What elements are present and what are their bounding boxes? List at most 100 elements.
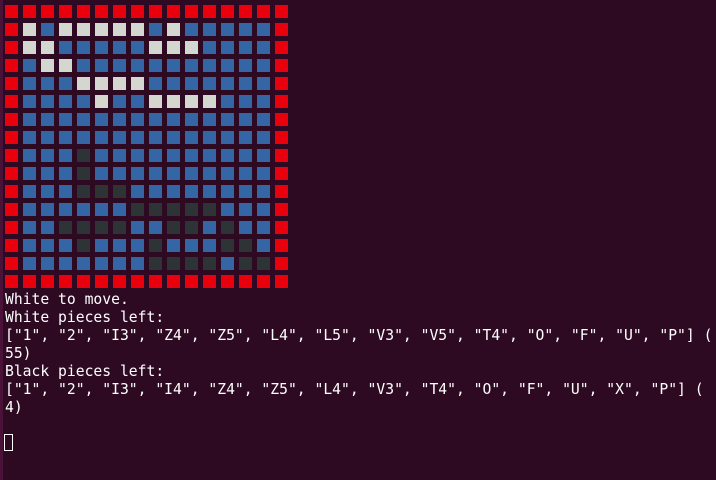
- board-cell-border: [113, 5, 126, 18]
- board-cell-black-piece: [95, 185, 108, 198]
- board-cell-empty: [185, 23, 198, 36]
- board-cell-white-piece: [77, 23, 90, 36]
- board-cell-border: [5, 167, 18, 180]
- board-cell-black-piece: [239, 257, 252, 270]
- board-cell-empty: [239, 185, 252, 198]
- board-cell-white-piece: [167, 95, 180, 108]
- board-cell-border: [239, 275, 252, 288]
- board-cell-empty: [113, 95, 126, 108]
- board-cell-empty: [221, 23, 234, 36]
- board-cell-empty: [59, 185, 72, 198]
- terminal-cursor[interactable]: [4, 434, 13, 451]
- board-cell-border: [5, 113, 18, 126]
- board-cell-empty: [131, 41, 144, 54]
- board-cell-empty: [257, 41, 270, 54]
- board-cell-empty: [149, 113, 162, 126]
- board-cell-empty: [23, 185, 36, 198]
- board-cell-empty: [221, 113, 234, 126]
- board-cell-border: [275, 185, 288, 198]
- board-cell-empty: [23, 221, 36, 234]
- board-cell-black-piece: [167, 203, 180, 216]
- board-cell-white-piece: [167, 41, 180, 54]
- board-cell-border: [275, 23, 288, 36]
- board-cell-border: [23, 275, 36, 288]
- board-cell-border: [203, 275, 216, 288]
- board-cell-empty: [257, 59, 270, 72]
- board-cell-white-piece: [95, 95, 108, 108]
- board-cell-empty: [77, 59, 90, 72]
- board-cell-empty: [185, 113, 198, 126]
- board-cell-empty: [113, 239, 126, 252]
- board-cell-empty: [149, 59, 162, 72]
- board-cell-empty: [203, 59, 216, 72]
- board-cell-empty: [59, 149, 72, 162]
- board-cell-empty: [77, 257, 90, 270]
- board-cell-empty: [203, 149, 216, 162]
- terminal-window[interactable]: White to move. White pieces left: ["1", …: [0, 0, 716, 480]
- board-cell-empty: [185, 77, 198, 90]
- board-cell-empty: [221, 203, 234, 216]
- board-cell-empty: [41, 257, 54, 270]
- board-cell-black-piece: [59, 221, 72, 234]
- board-cell-border: [5, 77, 18, 90]
- board-cell-empty: [95, 149, 108, 162]
- board-cell-black-piece: [149, 203, 162, 216]
- board-cell-empty: [203, 41, 216, 54]
- board-cell-white-piece: [131, 23, 144, 36]
- board-cell-empty: [167, 77, 180, 90]
- board-cell-empty: [167, 131, 180, 144]
- board-cell-white-piece: [59, 59, 72, 72]
- board-cell-empty: [59, 77, 72, 90]
- board-cell-empty: [203, 77, 216, 90]
- board-cell-border: [167, 275, 180, 288]
- board-cell-black-piece: [167, 257, 180, 270]
- board-cell-white-piece: [59, 23, 72, 36]
- board-cell-empty: [149, 149, 162, 162]
- board-cell-empty: [167, 113, 180, 126]
- board-cell-empty: [59, 41, 72, 54]
- board-cell-empty: [149, 221, 162, 234]
- board-cell-empty: [41, 77, 54, 90]
- board-cell-empty: [131, 167, 144, 180]
- board-cell-empty: [113, 41, 126, 54]
- board-cell-border: [275, 275, 288, 288]
- board-cell-empty: [131, 239, 144, 252]
- board-cell-border: [5, 275, 18, 288]
- board-cell-empty: [41, 149, 54, 162]
- board-cell-black-piece: [113, 221, 126, 234]
- board-cell-border: [203, 5, 216, 18]
- board-cell-border: [275, 77, 288, 90]
- board-cell-border: [275, 113, 288, 126]
- board-cell-empty: [95, 239, 108, 252]
- board-cell-black-piece: [77, 149, 90, 162]
- black-pieces-list: ["1", "2", "I3", "I4", "Z4", "Z5", "L4",…: [5, 381, 704, 398]
- board-cell-empty: [23, 203, 36, 216]
- board-cell-empty: [239, 149, 252, 162]
- black-pieces-count: 4): [5, 399, 23, 416]
- board-cell-white-piece: [77, 77, 90, 90]
- board-cell-white-piece: [131, 77, 144, 90]
- board-cell-empty: [257, 95, 270, 108]
- board-cell-white-piece: [95, 23, 108, 36]
- board-cell-empty: [113, 257, 126, 270]
- board-cell-empty: [23, 131, 36, 144]
- board-cell-empty: [257, 203, 270, 216]
- board-cell-border: [275, 167, 288, 180]
- board-cell-border: [275, 203, 288, 216]
- board-cell-empty: [257, 185, 270, 198]
- turn-status-line: White to move.: [5, 291, 129, 308]
- board-cell-empty: [95, 113, 108, 126]
- board-cell-empty: [149, 185, 162, 198]
- board-cell-empty: [221, 95, 234, 108]
- board-cell-border: [5, 221, 18, 234]
- board-cell-empty: [221, 167, 234, 180]
- board-cell-empty: [77, 113, 90, 126]
- board-cell-empty: [221, 59, 234, 72]
- board-cell-empty: [131, 59, 144, 72]
- board-cell-white-piece: [41, 59, 54, 72]
- board-cell-border: [185, 5, 198, 18]
- board-cell-white-piece: [185, 95, 198, 108]
- board-cell-white-piece: [167, 23, 180, 36]
- board-cell-empty: [41, 203, 54, 216]
- board-cell-empty: [59, 257, 72, 270]
